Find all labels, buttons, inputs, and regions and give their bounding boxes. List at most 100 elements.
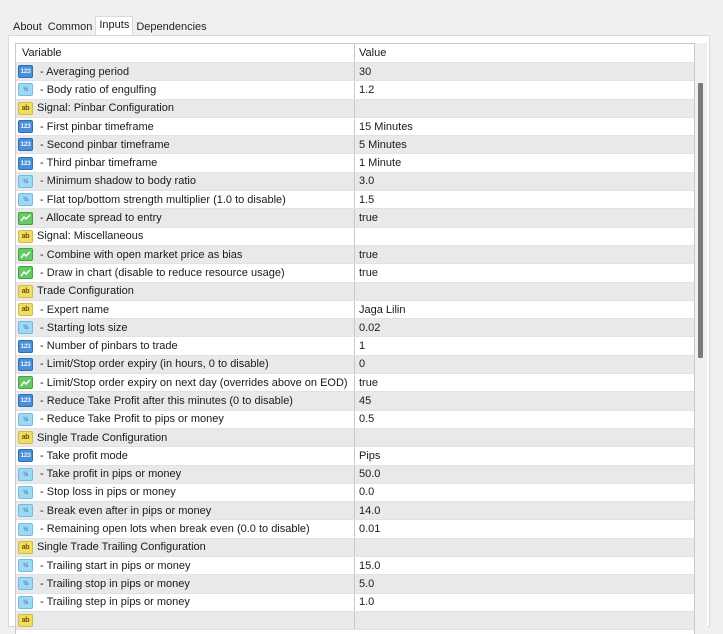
value-cell[interactable]: 5.0 [355,578,694,590]
variable-label: - Allocate spread to entry [37,212,162,225]
table-row[interactable]: ½ - Starting lots size 0.02 [16,319,694,338]
table-row[interactable]: ½ - Stop loss in pips or money 0.0 [16,483,694,503]
table-row[interactable]: - Draw in chart (disable to reduce resou… [16,264,694,283]
variable-label: - Second pinbar timeframe [37,138,170,151]
tab-about[interactable]: About [10,19,45,35]
variable-label: - Minimum shadow to body ratio [37,175,196,188]
table-row[interactable]: ½ - Trailing start in pips or money 15.0 [16,557,694,576]
table-row[interactable]: ½ - Take profit in pips or money 50.0 [16,465,694,484]
group-row[interactable]: ab [16,611,694,631]
variable-cell: ½ - Body ratio of engulfing [16,81,355,99]
value-cell[interactable]: 1 Minute [355,157,694,169]
column-header-value[interactable]: Value [355,47,694,59]
variable-label: - Break even after in pips or money [37,504,212,517]
tab-inputs[interactable]: Inputs [95,16,134,36]
value-cell[interactable]: 1.0 [355,596,694,608]
variable-label: - Trailing stop in pips or money [37,577,190,590]
string-icon: ab [18,540,33,554]
table-row[interactable]: ½ - Trailing stop in pips or money 5.0 [16,575,694,594]
table-row[interactable]: 123 - Limit/Stop order expiry (in hours,… [16,355,694,375]
variable-cell: ½ - Trailing stop in pips or money [16,575,355,593]
table-row[interactable]: - Limit/Stop order expiry on next day (o… [16,374,694,393]
tab-dependencies[interactable]: Dependencies [133,19,209,35]
table-row[interactable]: ½ - Remaining open lots when break even … [16,520,694,539]
value-cell[interactable]: 0.5 [355,413,694,425]
integer-icon: 123 [18,339,33,353]
value-cell[interactable]: true [355,377,694,389]
value-cell[interactable]: true [355,267,694,279]
table-row[interactable]: - Combine with open market price as bias… [16,245,694,265]
group-row[interactable]: ab Single Trade Trailing Configuration [16,538,694,558]
string-icon: ab [18,303,33,316]
table-row[interactable]: 123 - Second pinbar timeframe 5 Minutes [16,136,694,155]
table-row[interactable]: 123 - Third pinbar timeframe 1 Minute [16,154,694,173]
variable-label: - Averaging period [37,65,130,78]
boolean-icon [18,211,33,225]
group-row[interactable]: ab Trade Configuration [16,282,694,301]
variable-label: - Stop loss in pips or money [37,486,176,499]
variable-cell: - Draw in chart (disable to reduce resou… [16,264,355,282]
value-cell[interactable]: Jaga Lilin [355,304,694,316]
integer-icon: 123 [18,449,33,463]
group-row[interactable]: ab Signal: Pinbar Configuration [16,99,694,118]
table-row[interactable]: 123 - Averaging period 30 [16,63,694,82]
table-row[interactable]: 123 - First pinbar timeframe 15 Minutes [16,117,694,137]
variable-cell: 123 - Limit/Stop order expiry (in hours,… [16,355,355,374]
scrollbar-thumb[interactable] [698,83,703,358]
variable-cell: ab - Expert name [16,300,355,319]
table-row[interactable]: 123 - Reduce Take Profit after this minu… [16,392,694,411]
value-cell[interactable]: 30 [355,66,694,78]
table-row[interactable]: ½ - Minimum shadow to body ratio 3.0 [16,172,694,192]
variable-label: - Reduce Take Profit to pips or money [37,413,224,426]
value-cell[interactable]: true [355,212,694,224]
table-row[interactable]: ½ - Reduce Take Profit to pips or money 0… [16,410,694,429]
variable-label: - Reduce Take Profit after this minutes … [37,394,293,407]
value-cell[interactable]: 0.01 [355,523,694,535]
variable-label: - Trailing step in pips or money [37,596,190,609]
variable-label: - Take profit mode [37,449,128,462]
value-cell[interactable]: 15 Minutes [355,121,694,133]
table-row[interactable]: 123 - Take profit mode Pips [16,447,694,466]
integer-icon: 123 [18,357,33,371]
string-icon: ab [18,284,33,298]
group-row[interactable]: ab Single Trade Configuration [16,428,694,448]
variable-cell: ab Signal: Miscellaneous [16,227,355,245]
integer-icon: 123 [18,394,33,408]
tab-common[interactable]: Common [45,19,96,35]
table-row[interactable]: - Allocate spread to entry true [16,209,694,228]
table-row[interactable]: ½ - Break even after in pips or money 14.… [16,502,694,521]
variable-label: - Limit/Stop order expiry on next day (o… [37,376,348,389]
variable-label: - Third pinbar timeframe [37,157,158,170]
column-header-variable[interactable]: Variable [16,44,355,62]
variable-label: Single Trade Trailing Configuration [37,541,206,554]
integer-icon: 123 [18,138,33,152]
value-cell[interactable]: 0.0 [355,486,694,498]
variable-cell: ½ - Minimum shadow to body ratio [16,172,355,191]
value-cell[interactable]: true [355,249,694,261]
variable-cell: 123 - Reduce Take Profit after this minu… [16,392,355,410]
value-cell[interactable]: 50.0 [355,468,694,480]
value-cell[interactable]: 1.5 [355,194,694,206]
variable-label: - First pinbar timeframe [37,120,154,133]
value-cell[interactable]: 1 [355,340,694,352]
group-row[interactable]: ab Signal: Miscellaneous [16,227,694,246]
value-cell[interactable]: 15.0 [355,560,694,572]
variable-cell: 123 - Number of pinbars to trade [16,337,355,355]
table-row[interactable]: 123 - Number of pinbars to trade 1 [16,337,694,356]
value-cell[interactable]: 3.0 [355,175,694,187]
vertical-scrollbar[interactable] [695,43,707,633]
variable-cell: ½ - Remaining open lots when break even … [16,520,355,538]
value-cell[interactable]: 0.02 [355,322,694,334]
value-cell[interactable]: 45 [355,395,694,407]
table-row[interactable]: ½ - Body ratio of engulfing 1.2 [16,81,694,100]
double-icon: ½ [18,485,33,499]
integer-icon: 123 [18,156,33,170]
value-cell[interactable]: Pips [355,450,694,462]
table-row[interactable]: ½ - Flat top/bottom strength multiplier … [16,191,694,210]
table-row[interactable]: ab - Expert name Jaga Lilin [16,300,694,320]
value-cell[interactable]: 14.0 [355,505,694,517]
table-row[interactable]: ½ - Trailing step in pips or money 1.0 [16,593,694,612]
value-cell[interactable]: 1.2 [355,84,694,96]
value-cell[interactable]: 5 Minutes [355,139,694,151]
value-cell[interactable]: 0 [355,358,694,370]
